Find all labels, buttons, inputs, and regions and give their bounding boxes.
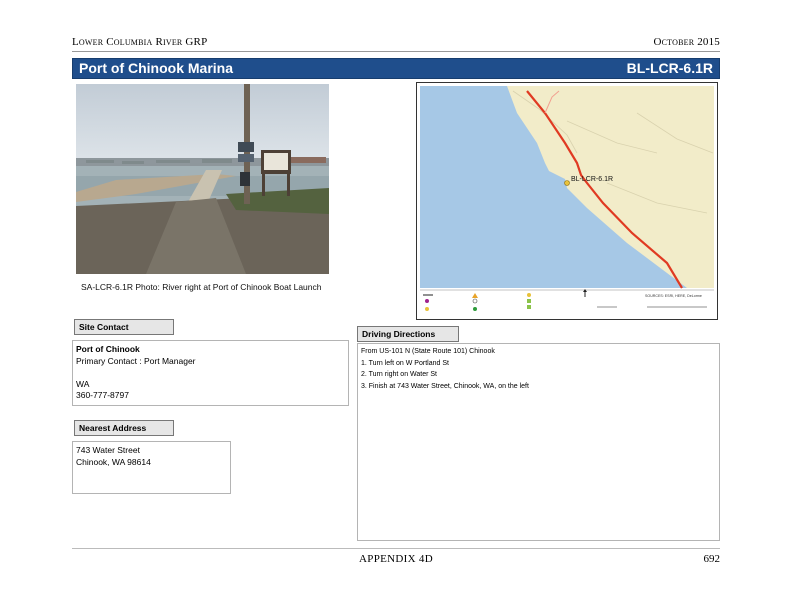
photo-caption: SA-LCR-6.1R Photo: River right at Port o… bbox=[81, 282, 322, 292]
direction-line: 1. Turn left on W Portland St bbox=[361, 359, 449, 367]
header-plan-name: Lower Columbia River GRP bbox=[72, 36, 208, 48]
nearest-address-label: Nearest Address bbox=[74, 420, 174, 436]
site-contact-label: Site Contact bbox=[74, 319, 174, 335]
nearest-address-box: 743 Water Street Chinook, WA 98614 bbox=[72, 441, 231, 494]
driving-directions-box: From US-101 N (State Route 101) Chinook … bbox=[357, 343, 720, 541]
site-photo bbox=[76, 84, 329, 274]
direction-line: From US-101 N (State Route 101) Chinook bbox=[361, 348, 495, 355]
address-city: Chinook, WA 98614 bbox=[76, 456, 151, 467]
site-title: Port of Chinook Marina bbox=[79, 60, 233, 76]
location-map: BL-LCR-6.1R SOURCES: ESRI, HERE, DeLorme bbox=[416, 82, 718, 320]
header-rule bbox=[72, 51, 720, 52]
page-footer: APPENDIX 4D 692 bbox=[72, 553, 720, 567]
direction-line: 2. Turn right on Water St bbox=[361, 371, 437, 378]
header-date: October 2015 bbox=[653, 36, 720, 48]
map-site-label: BL-LCR-6.1R bbox=[571, 176, 613, 183]
site-contact-box: Port of Chinook Primary Contact : Port M… bbox=[72, 340, 349, 406]
contact-primary: Primary Contact : Port Manager bbox=[76, 355, 196, 366]
page-number: 692 bbox=[703, 553, 721, 565]
title-bar: Port of Chinook Marina BL-LCR-6.1R bbox=[72, 58, 720, 79]
map-source-credit: SOURCES: ESRI, HERE, DeLorme bbox=[645, 294, 702, 298]
driving-directions-label: Driving Directions bbox=[357, 326, 459, 342]
footer-appendix: APPENDIX 4D bbox=[359, 553, 433, 565]
site-code: BL-LCR-6.1R bbox=[626, 60, 713, 76]
direction-line: 3. Finish at 743 Water Street, Chinook, … bbox=[361, 382, 529, 390]
footer-rule bbox=[72, 548, 720, 549]
contact-state: WA bbox=[76, 378, 90, 389]
contact-organization: Port of Chinook bbox=[76, 344, 140, 354]
page-header: Lower Columbia River GRP October 2015 bbox=[72, 36, 720, 50]
contact-blank bbox=[76, 367, 345, 379]
address-street: 743 Water Street bbox=[76, 445, 140, 455]
contact-phone: 360-777-8797 bbox=[76, 390, 129, 400]
